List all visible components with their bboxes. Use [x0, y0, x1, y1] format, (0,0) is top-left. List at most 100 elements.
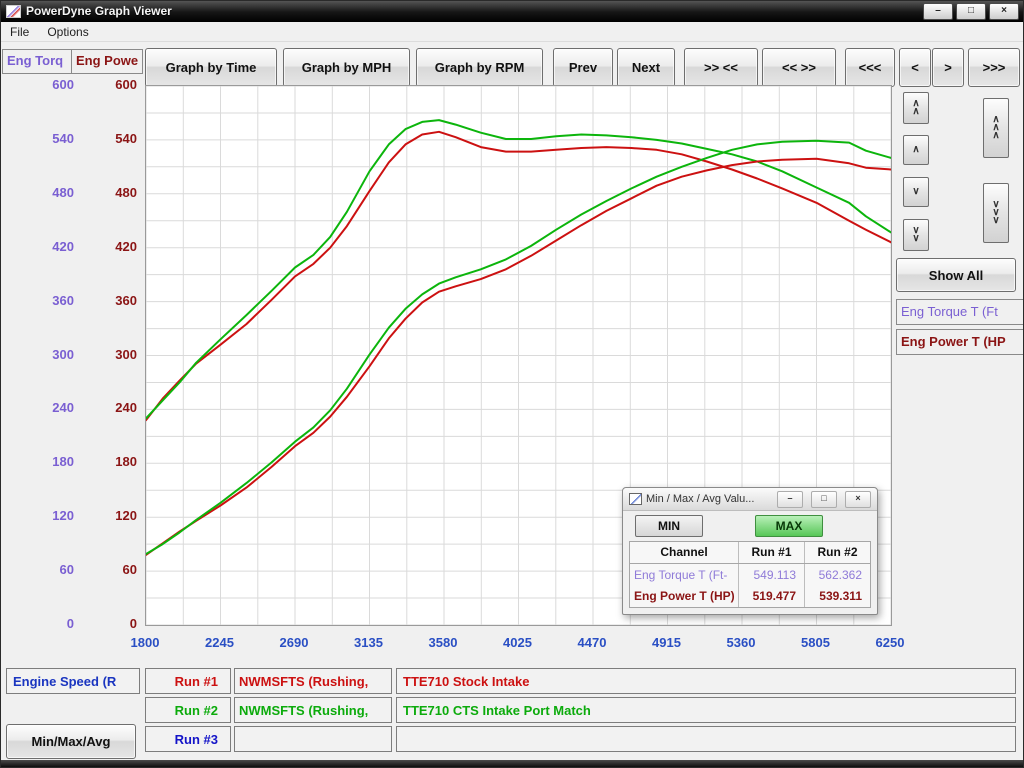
menu-options[interactable]: Options	[38, 23, 97, 41]
axis-tick-label: 4915	[639, 635, 695, 650]
channel-label-eng-torque[interactable]: Eng Torque T (Ft	[896, 299, 1024, 325]
run3-name-field[interactable]	[234, 726, 392, 752]
minmax-table-header: Channel Run #1 Run #2	[630, 542, 870, 564]
run3-label[interactable]: Run #3	[145, 726, 231, 752]
axis-tick-label: 240	[28, 400, 74, 415]
axis-tick-label: 120	[91, 508, 137, 523]
chevron-up-icon: ∧	[912, 108, 919, 116]
run1-label[interactable]: Run #1	[145, 668, 231, 694]
scale-down-double-button[interactable]: ∨ ∨	[903, 219, 929, 251]
title-bar: PowerDyne Graph Viewer – □ ×	[0, 0, 1024, 22]
minmax-minimize-button[interactable]: –	[777, 491, 803, 508]
axis-tick-label: 360	[28, 293, 74, 308]
channel-cell: Eng Power T (HP)	[630, 589, 738, 603]
show-all-button[interactable]: Show All	[896, 258, 1016, 292]
axis-tick-label: 4025	[490, 635, 546, 650]
run2-label[interactable]: Run #2	[145, 697, 231, 723]
minimize-button[interactable]: –	[923, 3, 953, 20]
shift-down-fast-button[interactable]: ∨ ∨ ∨	[983, 183, 1009, 243]
axis-tick-label: 5805	[788, 635, 844, 650]
chevron-up-icon: ∧	[992, 132, 999, 140]
minmax-window: Min / Max / Avg Valu... – □ × MIN MAX Ch…	[622, 487, 878, 615]
window-title: PowerDyne Graph Viewer	[26, 4, 172, 18]
column-header-run2: Run #2	[804, 542, 870, 563]
minmax-close-button[interactable]: ×	[845, 491, 871, 508]
graph-by-mph-button[interactable]: Graph by MPH	[283, 48, 410, 87]
axis-tick-label: 120	[28, 508, 74, 523]
axis-tick-label: 2245	[192, 635, 248, 650]
axis-tick-label: 600	[91, 77, 137, 92]
run3-desc-field[interactable]	[396, 726, 1016, 752]
axis-tick-label: 360	[91, 293, 137, 308]
column-header-run1: Run #1	[738, 542, 804, 563]
axis-tick-label: 600	[28, 77, 74, 92]
graph-by-rpm-button[interactable]: Graph by RPM	[416, 48, 543, 87]
pan-left-button[interactable]: <	[899, 48, 931, 87]
channel-cell: Eng Torque T (Ft-	[630, 568, 738, 582]
scale-up-double-button[interactable]: ∧ ∧	[903, 92, 929, 124]
minmax-table: Channel Run #1 Run #2 Eng Torque T (Ft- …	[629, 541, 871, 608]
axis-tick-label: 60	[91, 562, 137, 577]
next-button[interactable]: Next	[617, 48, 675, 87]
pan-right-button[interactable]: >	[932, 48, 964, 87]
app-icon	[6, 5, 21, 18]
minmax-window-controls: – □ ×	[777, 491, 871, 508]
table-row: Eng Power T (HP) 519.477 539.311	[630, 585, 870, 607]
scale-up-button[interactable]: ∧	[903, 135, 929, 165]
run2-max-value: 562.362	[804, 564, 870, 586]
pan-right-fast-button[interactable]: >>>	[968, 48, 1020, 87]
x-axis-channel-box[interactable]: Engine Speed (R	[6, 668, 140, 694]
chevron-down-icon: ∨	[992, 217, 999, 225]
axis-tick-label: 3135	[341, 635, 397, 650]
menu-file[interactable]: File	[1, 23, 38, 41]
minmax-restore-button[interactable]: □	[811, 491, 837, 508]
axis-tick-label: 3580	[415, 635, 471, 650]
axis-tick-label: 180	[28, 454, 74, 469]
menu-bar: File Options	[1, 22, 1023, 42]
run1-desc-field[interactable]: TTE710 Stock Intake	[396, 668, 1016, 694]
axis-tick-label: 2690	[266, 635, 322, 650]
axis-tick-label: 420	[28, 239, 74, 254]
axis-tick-label: 540	[28, 131, 74, 146]
run1-name-field[interactable]: NWMSFTS (Rushing,	[234, 668, 392, 694]
close-button[interactable]: ×	[989, 3, 1019, 20]
chevron-down-icon: ∨	[912, 235, 919, 243]
chevron-down-icon: ∨	[912, 188, 919, 196]
axis-tick-label: 540	[91, 131, 137, 146]
axis-tick-label: 5360	[713, 635, 769, 650]
pan-left-fast-button[interactable]: <<<	[845, 48, 895, 87]
window-bottom-frame	[0, 760, 1024, 768]
run2-name-field[interactable]: NWMSFTS (Rushing,	[234, 697, 392, 723]
minmax-window-icon	[629, 493, 642, 505]
minmax-window-title: Min / Max / Avg Valu...	[646, 493, 754, 505]
axis-tick-label: 240	[91, 400, 137, 415]
max-button[interactable]: MAX	[755, 515, 823, 537]
powerdyne-window: { "window": { "title": "PowerDyne Graph …	[0, 0, 1024, 768]
shift-up-fast-button[interactable]: ∧ ∧ ∧	[983, 98, 1009, 158]
tab-eng-power[interactable]: Eng Powe	[71, 49, 143, 74]
run1-max-value: 549.113	[738, 564, 804, 586]
window-controls: – □ ×	[923, 3, 1019, 20]
minmax-title-bar[interactable]: Min / Max / Avg Valu... – □ ×	[623, 488, 877, 511]
channel-label-eng-power[interactable]: Eng Power T (HP	[896, 329, 1024, 355]
axis-tick-label: 4470	[564, 635, 620, 650]
run1-max-value: 519.477	[738, 585, 804, 607]
zoom-in-button[interactable]: >> <<	[684, 48, 758, 87]
axis-tick-label: 0	[28, 616, 74, 631]
tab-eng-torque[interactable]: Eng Torq	[2, 49, 72, 74]
min-button[interactable]: MIN	[635, 515, 703, 537]
minmaxavg-button[interactable]: Min/Max/Avg	[6, 724, 136, 759]
run2-max-value: 539.311	[804, 585, 870, 607]
axis-tick-label: 420	[91, 239, 137, 254]
run2-desc-field[interactable]: TTE710 CTS Intake Port Match	[396, 697, 1016, 723]
graph-by-time-button[interactable]: Graph by Time	[145, 48, 277, 87]
maximize-button[interactable]: □	[956, 3, 986, 20]
scale-down-button[interactable]: ∨	[903, 177, 929, 207]
zoom-out-button[interactable]: << >>	[762, 48, 836, 87]
axis-tick-label: 300	[91, 347, 137, 362]
table-row: Eng Torque T (Ft- 549.113 562.362	[630, 564, 870, 586]
column-header-channel: Channel	[630, 545, 738, 559]
prev-button[interactable]: Prev	[553, 48, 613, 87]
axis-tick-label: 6250	[862, 635, 918, 650]
axis-tick-label: 0	[91, 616, 137, 631]
